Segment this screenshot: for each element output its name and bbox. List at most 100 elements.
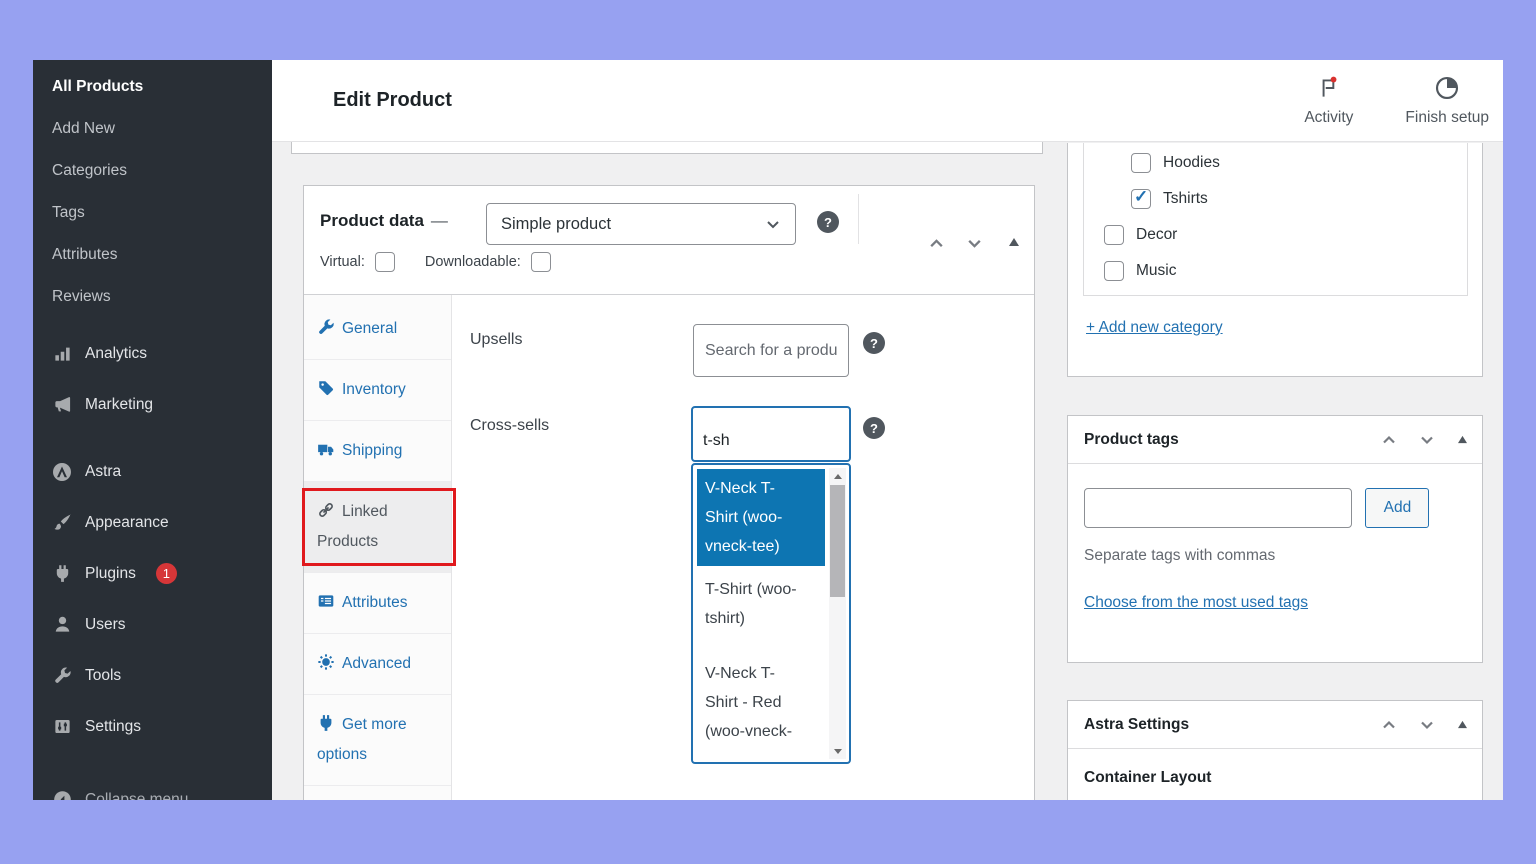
astra-logo-icon — [52, 462, 72, 482]
category-row-hoodies[interactable]: Hoodies — [1084, 145, 1467, 181]
suggestion-item[interactable]: V-Neck T- Shirt - Red (woo-vneck- — [697, 654, 825, 751]
scrollbar-up-arrow-icon[interactable] — [829, 468, 846, 484]
suggestion-item[interactable]: T-Shirt (woo- tshirt) — [697, 570, 825, 638]
tab-advanced[interactable]: Advanced — [304, 634, 451, 695]
sidebar-item-label: Tools — [85, 667, 121, 685]
truck-icon — [317, 440, 335, 458]
suggestion-line: Shirt (woo- — [705, 503, 823, 532]
quarter-clock-icon — [1434, 75, 1460, 106]
activity-label: Activity — [1304, 109, 1353, 127]
sidebar-item-astra[interactable]: Astra — [33, 446, 272, 497]
dropdown-scrollbar[interactable] — [829, 468, 846, 759]
sidebar-item-settings[interactable]: Settings — [33, 701, 272, 752]
sidebar-item-tags[interactable]: Tags — [33, 192, 272, 234]
plug-icon — [317, 714, 335, 732]
sidebar-item-label: Astra — [85, 463, 121, 481]
suggestion-item[interactable]: V-Neck T- Shirt (woo- vneck-tee) — [697, 469, 825, 566]
cross-sells-help-icon[interactable] — [863, 417, 885, 439]
category-row-decor[interactable]: Decor — [1084, 217, 1467, 253]
sidebar-item-label: Plugins — [85, 565, 136, 583]
category-row-music[interactable]: Music — [1084, 253, 1467, 289]
sidebar-item-users[interactable]: Users — [33, 599, 272, 650]
virtual-checkbox[interactable] — [375, 252, 395, 272]
container-layout-label: Container Layout — [1068, 749, 1482, 787]
admin-sidebar: All Products Add New Categories Tags Att… — [33, 60, 272, 800]
sidebar-item-label: Reviews — [52, 288, 111, 306]
category-checkbox-checked[interactable] — [1131, 189, 1151, 209]
product-data-tabs: General Inventory Shipping Linked Produc… — [304, 295, 452, 800]
sidebar-item-tools[interactable]: Tools — [33, 650, 272, 701]
sidebar-item-attributes[interactable]: Attributes — [33, 234, 272, 276]
category-checkbox[interactable] — [1131, 153, 1151, 173]
tab-inventory[interactable]: Inventory — [304, 360, 451, 421]
scrollbar-down-arrow-icon[interactable] — [829, 743, 846, 759]
tab-get-more-options[interactable]: Get more options — [304, 695, 451, 786]
product-data-title-text: Product data — [320, 211, 424, 230]
category-row-tshirts[interactable]: Tshirts — [1084, 181, 1467, 217]
sidebar-item-analytics[interactable]: Analytics — [33, 328, 272, 379]
sidebar-item-marketing[interactable]: Marketing — [33, 379, 272, 430]
downloadable-label: Downloadable: — [425, 254, 521, 270]
cross-sells-search-input[interactable] — [691, 406, 851, 462]
category-list: Hoodies Tshirts Decor Music — [1083, 143, 1468, 296]
screenshot-stage: All Products Add New Categories Tags Att… — [0, 0, 1536, 864]
metabox-move-up-icon[interactable] — [928, 235, 945, 252]
activity-button[interactable]: Activity — [1304, 75, 1353, 127]
new-tag-input[interactable] — [1084, 488, 1352, 528]
sidebar-item-plugins[interactable]: Plugins 1 — [33, 548, 272, 599]
suggestion-line: tshirt) — [705, 604, 823, 633]
admin-menu: Analytics Marketing Astra Appearance Plu… — [33, 328, 272, 752]
sidebar-item-label: Tags — [52, 204, 85, 222]
sidebar-item-add-new[interactable]: Add New — [33, 108, 272, 150]
tab-shipping[interactable]: Shipping — [304, 421, 451, 482]
sidebar-item-reviews[interactable]: Reviews — [33, 276, 272, 318]
metabox-move-up-icon[interactable] — [1381, 717, 1397, 733]
wrench-icon — [52, 666, 72, 686]
suggestion-line: T-Shirt (woo- — [705, 575, 823, 604]
tab-attributes[interactable]: Attributes — [304, 573, 451, 634]
sidebar-item-label: Add New — [52, 120, 115, 138]
upsells-help-icon[interactable] — [863, 332, 885, 354]
finish-setup-label: Finish setup — [1405, 109, 1489, 127]
product-categories-panel: Hoodies Tshirts Decor Music + Add new ca… — [1067, 143, 1483, 377]
product-type-select[interactable]: Simple product — [486, 203, 796, 245]
tab-label: Advanced — [342, 655, 411, 672]
collapse-menu-button[interactable]: Collapse menu — [33, 774, 272, 800]
tab-general[interactable]: General — [304, 299, 451, 360]
linked-products-tab-content: Upsells Cross-sells V-Neck T- Shirt (woo… — [452, 295, 1034, 800]
activity-flag-icon — [1316, 75, 1342, 106]
metabox-move-up-icon[interactable] — [1381, 432, 1397, 448]
metabox-move-down-icon[interactable] — [1419, 432, 1435, 448]
category-checkbox[interactable] — [1104, 225, 1124, 245]
sidebar-item-label: Users — [85, 616, 125, 634]
product-title-field-partial[interactable] — [291, 142, 1043, 154]
sidebar-item-all-products[interactable]: All Products — [33, 66, 272, 108]
sidebar-item-appearance[interactable]: Appearance — [33, 497, 272, 548]
downloadable-checkbox[interactable] — [531, 252, 551, 272]
sidebar-item-categories[interactable]: Categories — [33, 150, 272, 192]
search-suggestions-dropdown: V-Neck T- Shirt (woo- vneck-tee) T-Shirt… — [691, 463, 851, 764]
product-type-help-icon[interactable] — [817, 211, 839, 233]
tab-linked-products[interactable]: Linked Products — [304, 482, 451, 573]
most-used-tags-link[interactable]: Choose from the most used tags — [1084, 594, 1308, 612]
title-dash: — — [431, 211, 448, 230]
list-icon — [317, 592, 335, 610]
metabox-toggle-icon[interactable] — [1457, 435, 1468, 444]
finish-setup-button[interactable]: Finish setup — [1405, 75, 1489, 127]
metabox-move-down-icon[interactable] — [1419, 717, 1435, 733]
sidebar-item-label: Settings — [85, 718, 141, 736]
gear-icon — [317, 653, 335, 671]
metabox-toggle-icon[interactable] — [1457, 720, 1468, 729]
product-data-panel: Product data— Simple product Virtual: Do… — [303, 185, 1035, 800]
category-checkbox[interactable] — [1104, 261, 1124, 281]
upsells-search-input[interactable] — [693, 324, 849, 377]
metabox-toggle-icon[interactable] — [1008, 237, 1020, 247]
metabox-move-down-icon[interactable] — [966, 235, 983, 252]
category-label: Decor — [1136, 226, 1177, 244]
add-tag-button[interactable]: Add — [1365, 488, 1429, 528]
add-new-category-link[interactable]: + Add new category — [1086, 319, 1223, 337]
scrollbar-thumb[interactable] — [830, 485, 845, 597]
product-tags-title: Product tags — [1084, 431, 1179, 449]
suggestion-line: V-Neck T- — [705, 659, 823, 688]
category-label: Music — [1136, 262, 1176, 280]
